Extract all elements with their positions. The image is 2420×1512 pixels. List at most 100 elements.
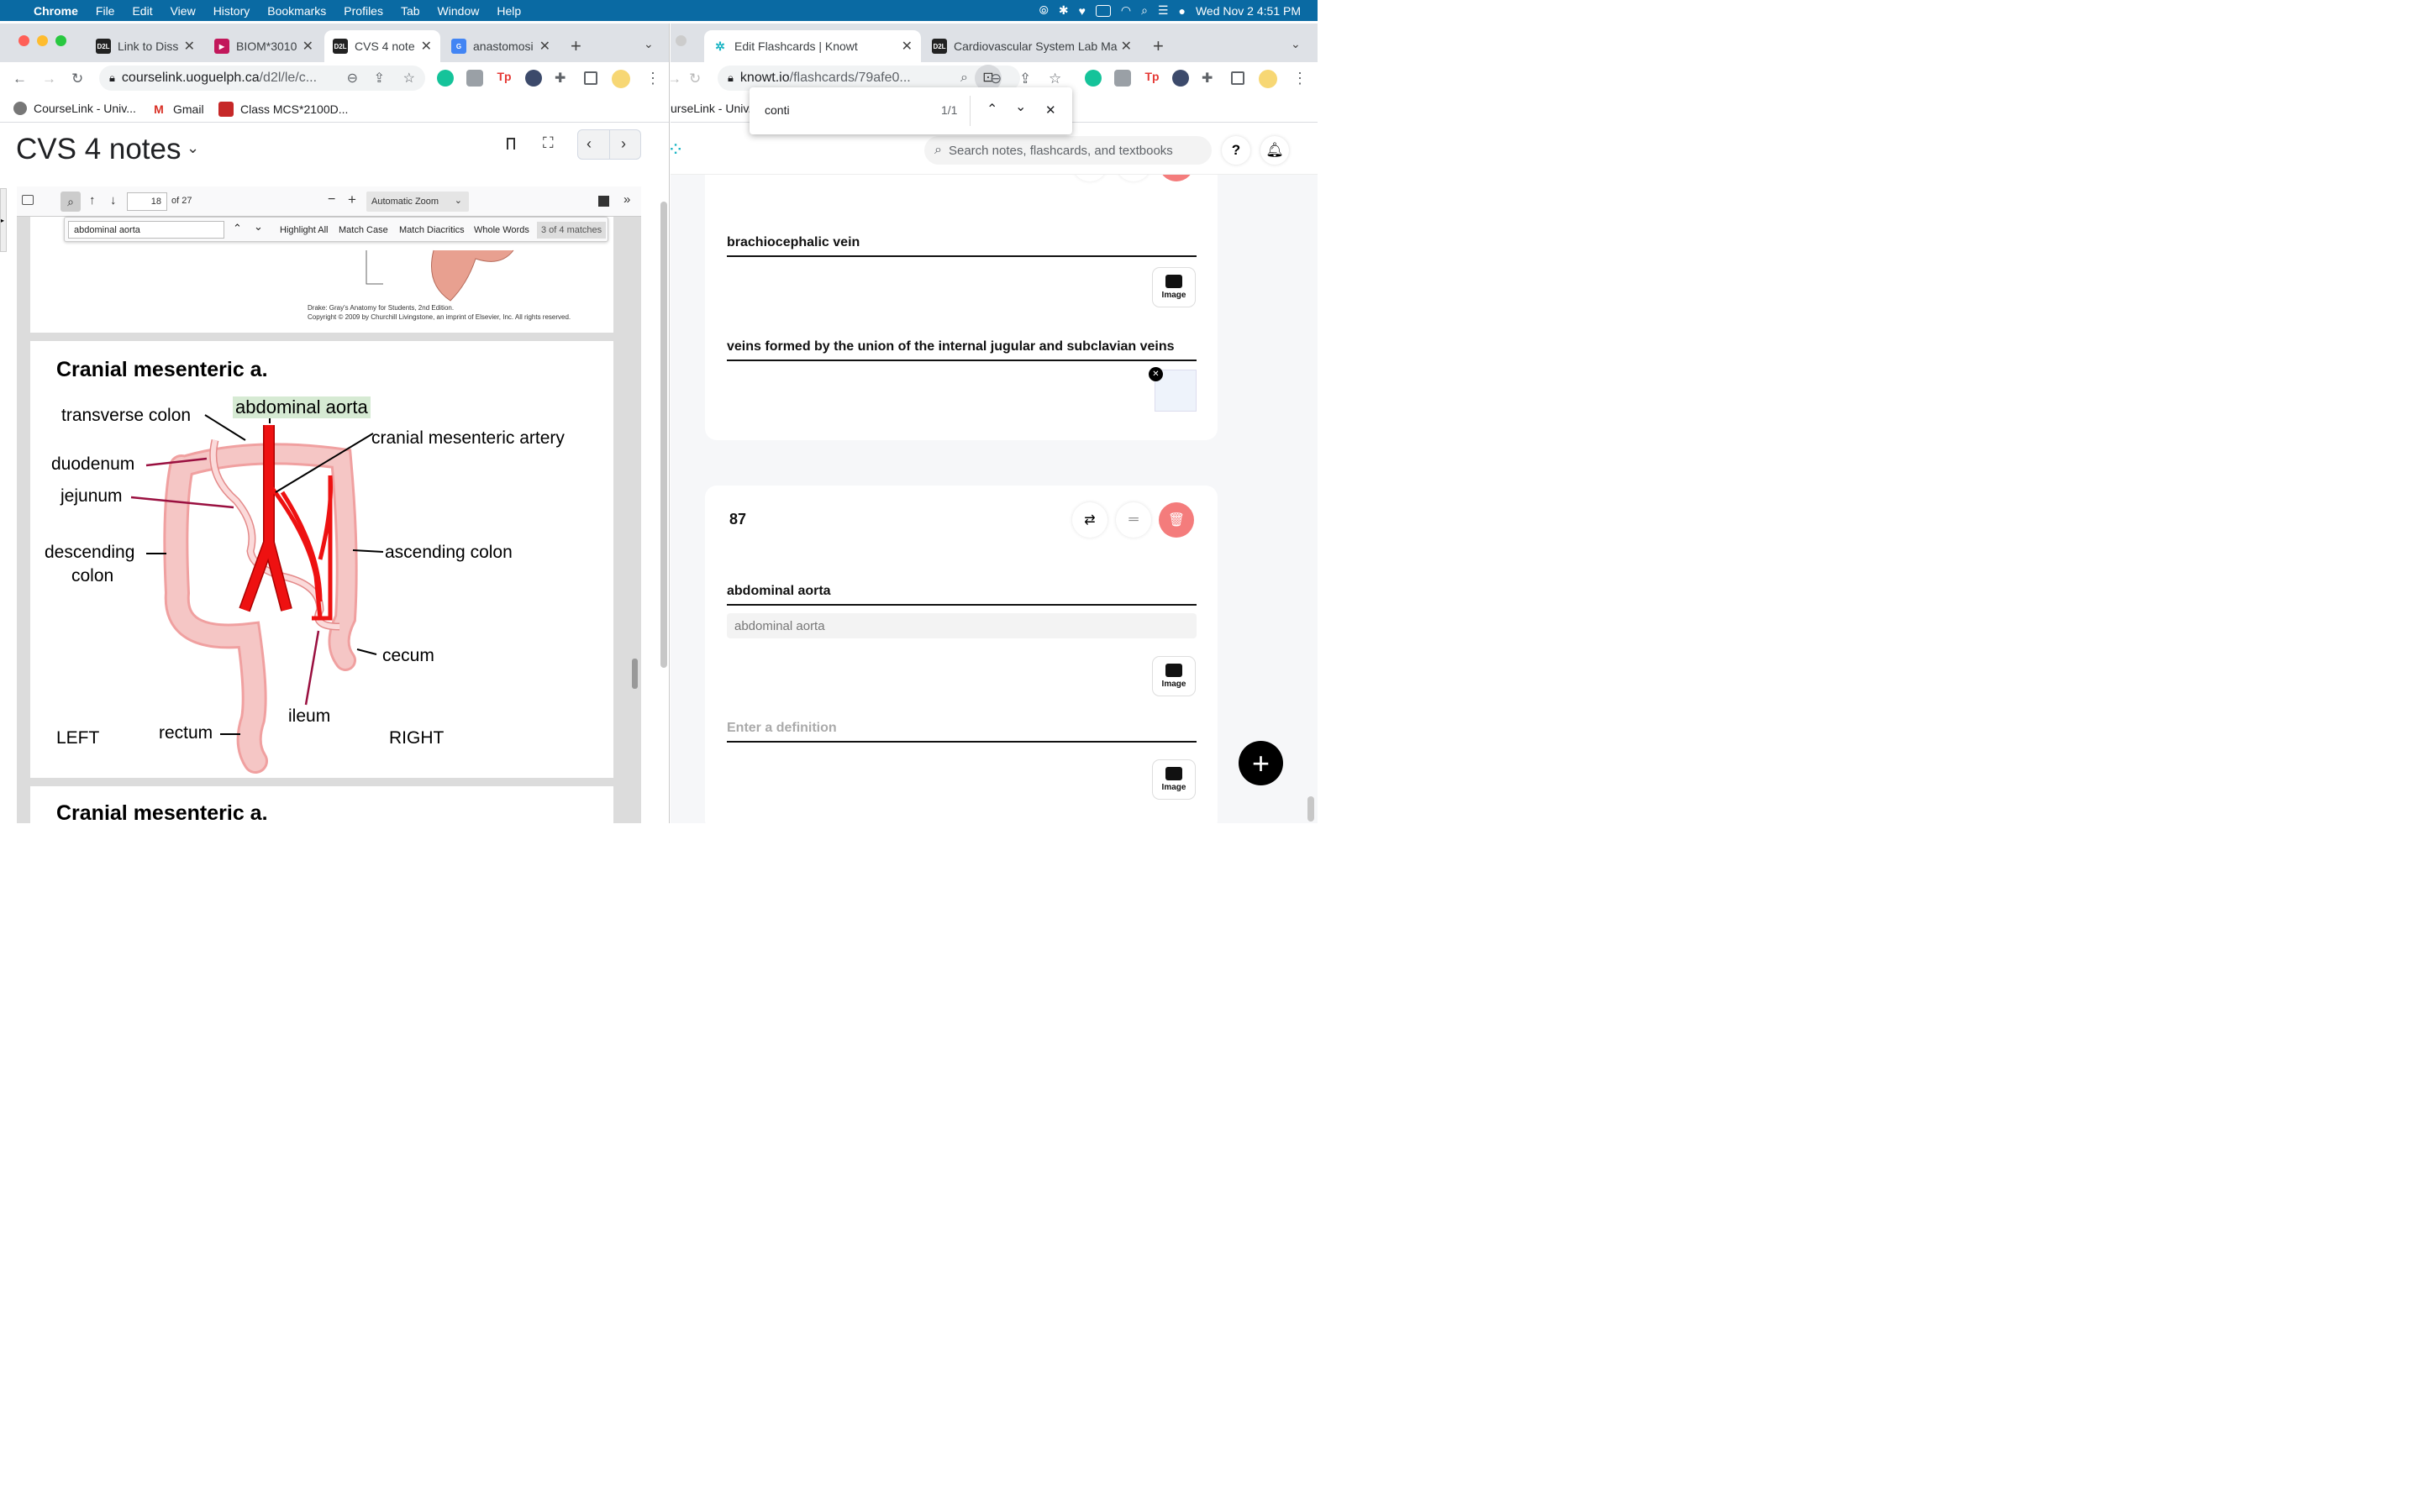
sidebar-toggle-icon[interactable]	[22, 195, 34, 205]
notifications-icon[interactable]: 🔔︎	[1260, 136, 1289, 165]
bookmark-gmail[interactable]: M Gmail	[151, 102, 204, 117]
definition-image-button[interactable]: Image	[1152, 759, 1196, 800]
avatar[interactable]	[612, 70, 630, 88]
close-tab-icon[interactable]: ✕	[302, 38, 313, 55]
close-tab-icon[interactable]: ✕	[421, 38, 432, 55]
close-tab-icon[interactable]: ✕	[184, 38, 195, 55]
new-tab-icon[interactable]: +	[571, 35, 581, 57]
control-center-icon[interactable]: ☰	[1158, 3, 1169, 18]
new-tab-icon[interactable]: +	[1153, 35, 1164, 57]
fullscreen-icon[interactable]: ⛶	[543, 134, 554, 152]
star-icon[interactable]: ☆	[403, 70, 415, 87]
cursor-ext-icon[interactable]	[1172, 70, 1189, 87]
find-next-icon[interactable]: ⌄	[1015, 98, 1026, 115]
zoom-icon[interactable]: ⊖	[990, 71, 1002, 87]
bookmark-courselink[interactable]: CourseLink - Univ...	[13, 102, 136, 115]
close-tab-icon[interactable]: ✕	[1121, 38, 1132, 55]
more-icon[interactable]: ⋮	[645, 70, 660, 87]
menu-file[interactable]: File	[96, 4, 115, 18]
remove-image-icon[interactable]: ✕	[1149, 367, 1163, 381]
match-diacritics-toggle[interactable]: Match Diacritics	[399, 225, 465, 235]
puzzle-icon[interactable]: ✚	[555, 70, 571, 87]
forward-icon[interactable]: →	[671, 71, 681, 87]
close-tab-icon[interactable]: ✕	[539, 38, 550, 55]
pdf-scrollbar-thumb[interactable]	[632, 659, 638, 689]
extension-icon[interactable]	[1114, 70, 1131, 87]
find-close-icon[interactable]: ✕	[1045, 102, 1056, 118]
back-icon[interactable]: ←	[13, 71, 27, 87]
side-collapse-handle[interactable]: ▸	[0, 188, 7, 252]
cursor-ext-icon[interactable]	[525, 70, 542, 87]
autocomplete-suggestion[interactable]: abdominal aorta	[727, 613, 1197, 638]
puzzle-icon[interactable]: ✚	[1202, 70, 1218, 87]
zoom-icon[interactable]: ⊖	[347, 70, 358, 87]
tp-icon[interactable]: Tp	[1144, 70, 1160, 87]
menu-tab[interactable]: Tab	[401, 4, 420, 18]
zoom-out-icon[interactable]: −	[328, 192, 335, 207]
page-scrollbar[interactable]	[1307, 796, 1314, 822]
menu-help[interactable]: Help	[497, 4, 521, 18]
bookmark-class-mcs[interactable]: Class MCS*2100D...	[218, 102, 348, 117]
term-image-button[interactable]: Image	[1152, 267, 1196, 307]
share-icon[interactable]: ⇪	[374, 70, 385, 87]
search-input[interactable]: ⌕ Search notes, flashcards, and textbook…	[924, 136, 1212, 165]
tab-search-icon[interactable]: ⌄	[1291, 37, 1301, 51]
battery-icon[interactable]	[1095, 4, 1111, 17]
menu-edit[interactable]: Edit	[132, 4, 152, 18]
next-page-icon[interactable]: ↓	[110, 193, 117, 207]
close-window-button[interactable]	[18, 35, 29, 46]
menu-window[interactable]: Window	[438, 4, 480, 18]
heart-icon[interactable]: ♥	[1079, 4, 1086, 18]
presentation-icon[interactable]	[598, 196, 609, 207]
minimize-window-button[interactable]	[37, 35, 48, 46]
title-dropdown-icon[interactable]: ⌄	[187, 139, 199, 157]
find-previous-icon[interactable]: ⌃	[233, 222, 242, 235]
drag-handle[interactable]	[1116, 175, 1151, 181]
find-input[interactable]: abdominal aorta	[68, 221, 224, 239]
wifi-icon[interactable]: ◠	[1121, 3, 1131, 18]
menu-view[interactable]: View	[171, 4, 196, 18]
more-tools-icon[interactable]: »	[623, 192, 630, 207]
grammarly-icon[interactable]	[437, 70, 454, 87]
tab-biom[interactable]: ▶ BIOM*3010 ✕	[206, 30, 322, 62]
swap-button[interactable]	[1072, 175, 1107, 181]
zoom-in-icon[interactable]: +	[348, 192, 356, 208]
star-icon[interactable]: ☆	[1049, 71, 1061, 87]
bookmark-icon[interactable]	[507, 138, 515, 150]
next-topic-button[interactable]: ›	[621, 135, 626, 153]
bookmark-courselink[interactable]: urseLink - Univ...	[671, 102, 758, 115]
previous-topic-button[interactable]: ‹	[587, 135, 592, 153]
close-tab-icon[interactable]: ✕	[902, 38, 913, 55]
sidepanel-icon[interactable]	[1231, 71, 1244, 85]
tab-search-icon[interactable]: ⌄	[644, 37, 654, 51]
share-icon[interactable]: ⇪	[1019, 71, 1031, 87]
tab-cvs-4-notes[interactable]: D2L CVS 4 note ✕	[324, 30, 440, 62]
delete-icon[interactable]: 🗑︎	[1159, 502, 1194, 538]
find-previous-icon[interactable]: ⌃	[986, 101, 997, 118]
menu-history[interactable]: History	[213, 4, 250, 18]
reload-icon[interactable]: ↻	[689, 71, 701, 87]
help-icon[interactable]: ?	[1222, 136, 1250, 165]
find-input[interactable]: conti	[765, 103, 790, 117]
drag-handle-icon[interactable]: ═	[1116, 502, 1151, 538]
reload-icon[interactable]: ↻	[71, 71, 83, 87]
avatar[interactable]	[1259, 70, 1277, 88]
whole-words-toggle[interactable]: Whole Words	[474, 225, 529, 235]
zoom-select[interactable]: Automatic Zoom ⌄	[366, 192, 469, 212]
term-field[interactable]: abdominal aorta	[727, 584, 1197, 606]
term-image-button[interactable]: Image	[1152, 656, 1196, 696]
find-next-icon[interactable]: ⌄	[254, 220, 263, 234]
page-number-input[interactable]: 18	[127, 192, 167, 211]
find-icon[interactable]: ⌕	[60, 192, 81, 212]
more-icon[interactable]: ⋮	[1292, 70, 1307, 87]
match-case-toggle[interactable]: Match Case	[339, 225, 388, 235]
previous-page-icon[interactable]: ↑	[89, 193, 96, 207]
definition-field[interactable]: Enter a definition	[727, 721, 1197, 743]
address-bar[interactable]: 🔒︎ courselink.uoguelph.ca/d2l/le/c... ⊖ …	[99, 66, 425, 91]
clock[interactable]: Wed Nov 2 4:51 PM	[1196, 4, 1301, 18]
knowt-logo-icon[interactable]: ⁘	[671, 138, 684, 162]
siri-icon[interactable]: ●	[1179, 4, 1186, 18]
bluetooth-icon[interactable]: ✱	[1059, 3, 1069, 18]
tab-link-to-diss[interactable]: D2L Link to Diss ✕	[87, 30, 203, 62]
extension-icon[interactable]	[466, 70, 483, 87]
